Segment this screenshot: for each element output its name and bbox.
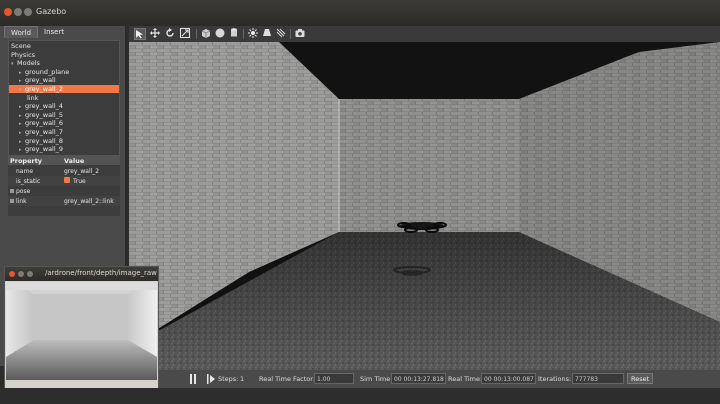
tab-insert[interactable]: Insert [38, 26, 70, 38]
property-row-name[interactable]: name grey_wall_2 [8, 166, 120, 176]
tree-item[interactable]: Scene [11, 42, 31, 50]
sim-time-value: 00 00:13:27.818 [391, 373, 446, 384]
real-time-factor-value: 1.00 [314, 373, 354, 384]
tree-item[interactable]: Physics [11, 51, 35, 59]
tree-item[interactable]: ▸ grey_wall_7 [19, 128, 63, 136]
real-time-factor-label: Real Time Factor: [259, 375, 316, 383]
depth-image [6, 282, 157, 380]
property-row-pose[interactable]: pose [8, 186, 120, 196]
scene-3d-view[interactable] [129, 42, 720, 370]
tree-item-label: grey_wall_6 [25, 119, 64, 128]
scale-icon[interactable] [179, 28, 191, 40]
tree-item[interactable]: ▾ grey_wall_2 [9, 85, 119, 93]
directional-light-icon[interactable] [275, 28, 287, 40]
tree-item[interactable]: ▸ grey_wall_8 [19, 137, 63, 145]
tab-world[interactable]: World [4, 26, 39, 38]
tree-item[interactable]: ▸ grey_wall_9 [19, 145, 63, 153]
tree-item-label: link [27, 93, 39, 102]
tree-item-label: grey_wall_9 [25, 145, 64, 154]
image-view-minimize-button[interactable] [18, 271, 24, 277]
tree-item[interactable]: ▸ grey_wall_5 [19, 111, 63, 119]
real-time-value: 00 00:13:00.087 [481, 373, 536, 384]
real-time-label: Real Time: [448, 375, 483, 383]
tree-item[interactable]: ▸ grey_wall_4 [19, 102, 63, 110]
cylinder-icon[interactable] [228, 28, 240, 40]
iterations-label: Iterations: [538, 375, 572, 383]
tree-item-label: grey_wall [25, 76, 56, 85]
window-minimize-button[interactable] [14, 8, 22, 16]
screenshot-icon[interactable] [294, 28, 306, 40]
translate-icon[interactable] [149, 28, 161, 40]
tree-item-label: ground_plane [25, 67, 70, 76]
property-column-header: Property [10, 157, 43, 165]
window-titlebar: Gazebo [0, 0, 720, 26]
window-title: Gazebo [36, 7, 67, 16]
image-view-titlebar[interactable]: /ardrone/front/depth/image_raw [5, 267, 158, 281]
tree-item-label: grey_wall_5 [25, 110, 64, 119]
tree-item[interactable]: ▾ Models [11, 59, 40, 67]
property-value[interactable]: grey_wall_2 [64, 168, 99, 175]
property-table: Property Value name grey_wall_2 is_stati… [8, 156, 120, 216]
tree-item-label: Scene [11, 42, 31, 50]
rotate-icon[interactable] [164, 28, 176, 40]
point-light-icon[interactable] [247, 28, 259, 40]
tree-item-label: Models [17, 59, 40, 68]
property-row-link[interactable]: link grey_wall_2::link [8, 196, 120, 206]
tree-item-label: grey_wall_7 [25, 128, 64, 136]
expand-icon[interactable] [10, 199, 14, 203]
property-key: pose [16, 188, 31, 195]
property-key: name [16, 168, 34, 175]
scene-render [129, 42, 720, 370]
step-icon[interactable] [207, 374, 215, 384]
tree-item-label: Physics [11, 50, 36, 59]
pause-icon[interactable] [189, 374, 198, 384]
image-view-window[interactable]: /ardrone/front/depth/image_raw [4, 266, 159, 394]
property-table-header: Property Value [8, 156, 120, 165]
checkbox-icon[interactable] [64, 177, 70, 183]
select-arrow-icon[interactable] [134, 28, 146, 40]
image-view-close-button[interactable] [9, 271, 15, 277]
tree-item[interactable]: ▸ grey_wall [19, 76, 56, 84]
desktop-bottom-strip [0, 388, 720, 404]
steps-value[interactable]: 1 [240, 375, 244, 383]
window-close-button[interactable] [4, 8, 12, 16]
toolbar-separator [243, 29, 244, 39]
sim-time-label: Sim Time: [360, 375, 393, 383]
tree-item[interactable]: ▸ ground_plane [19, 68, 69, 76]
tree-item-label: grey_wall_8 [25, 136, 64, 145]
property-key: is_static [16, 178, 41, 185]
toolbar-separator [290, 29, 291, 39]
tree-item[interactable]: link [27, 94, 39, 102]
image-view-title: /ardrone/front/depth/image_raw [45, 269, 157, 277]
world-tree: Scene Physics ▾ Models ▸ ground_plane ▸ grey_wa… [8, 40, 120, 156]
iterations-value: 777783 [572, 373, 624, 384]
expand-icon[interactable] [10, 189, 14, 193]
tree-item-label: grey_wall_4 [25, 102, 64, 111]
spot-light-icon[interactable] [261, 28, 273, 40]
toolbar-separator [196, 29, 197, 39]
main-toolbar [129, 26, 720, 42]
steps-label: Steps: [218, 375, 239, 383]
image-view-maximize-button[interactable] [27, 271, 33, 277]
property-value: grey_wall_2::link [64, 198, 114, 205]
sphere-icon[interactable] [214, 28, 226, 40]
tree-item-label: grey_wall_2 [25, 85, 64, 93]
box-icon[interactable] [200, 28, 212, 40]
property-key: link [16, 198, 27, 205]
value-column-header: Value [64, 157, 85, 165]
reset-button[interactable]: Reset [627, 373, 654, 384]
tree-item[interactable]: ▸ grey_wall_6 [19, 119, 63, 127]
property-value: True [73, 178, 86, 185]
status-bar: Steps: 1 Real Time Factor: 1.00 Sim Time… [129, 370, 720, 388]
property-row-is-static[interactable]: is_static True [8, 176, 120, 186]
window-maximize-button[interactable] [24, 8, 32, 16]
